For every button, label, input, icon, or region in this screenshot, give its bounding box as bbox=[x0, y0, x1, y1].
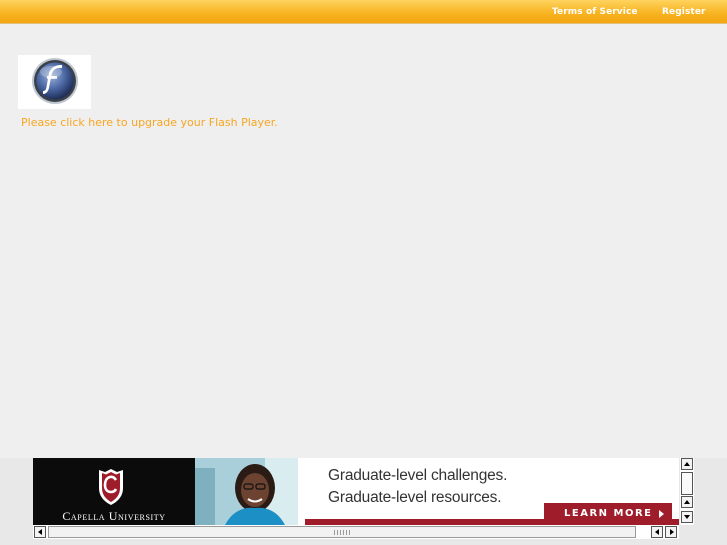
terms-of-service-link[interactable]: Terms of Service bbox=[552, 7, 638, 17]
ad-brand-name: Capella University bbox=[62, 509, 166, 523]
capella-shield-icon bbox=[99, 469, 123, 505]
upgrade-flash-link[interactable]: Please click here to upgrade your Flash … bbox=[21, 116, 278, 129]
ad-headline-1: Graduate-level challenges. bbox=[328, 467, 508, 484]
horizontal-scroll-thumb[interactable] bbox=[48, 526, 636, 538]
vertical-scrollbar[interactable] bbox=[680, 458, 694, 525]
woman-photo-image bbox=[195, 458, 298, 525]
top-navigation-bar: Terms of Service Register bbox=[0, 0, 727, 24]
scroll-left-button-2[interactable] bbox=[651, 526, 663, 538]
arrow-right-icon bbox=[670, 529, 674, 535]
arrow-up-icon bbox=[684, 500, 690, 504]
register-link[interactable]: Register bbox=[662, 7, 706, 17]
learn-more-button[interactable]: LEARN MORE bbox=[544, 503, 672, 525]
arrow-down-icon bbox=[684, 515, 690, 519]
flash-player-logo[interactable] bbox=[18, 55, 91, 109]
arrow-up-icon bbox=[684, 462, 690, 466]
grip-icon bbox=[334, 530, 352, 535]
capella-banner-ad[interactable]: Capella University Graduate-level challe… bbox=[33, 458, 679, 525]
horizontal-scrollbar[interactable] bbox=[33, 525, 679, 539]
scroll-up-button[interactable] bbox=[681, 458, 693, 470]
play-arrow-icon bbox=[659, 510, 664, 518]
ad-brand-panel: Capella University bbox=[33, 458, 195, 525]
scroll-left-button[interactable] bbox=[34, 526, 46, 538]
arrow-left-icon bbox=[655, 529, 659, 535]
scroll-down-button[interactable] bbox=[681, 511, 693, 523]
vertical-scroll-thumb[interactable] bbox=[681, 472, 693, 495]
banner-ad-frame: Capella University Graduate-level challe… bbox=[0, 458, 727, 545]
scroll-up-button-2[interactable] bbox=[681, 496, 693, 508]
arrow-left-icon bbox=[38, 529, 42, 535]
ad-headline-2: Graduate-level resources. bbox=[328, 489, 502, 506]
flash-player-icon bbox=[32, 58, 78, 104]
scroll-right-button[interactable] bbox=[665, 526, 677, 538]
ad-photo bbox=[195, 458, 298, 525]
learn-more-label: LEARN MORE bbox=[564, 508, 653, 519]
